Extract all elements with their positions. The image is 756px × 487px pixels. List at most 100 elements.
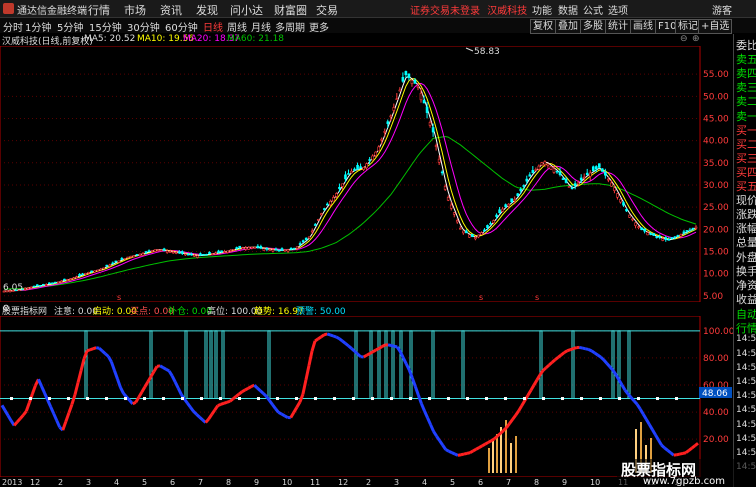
menu-wenxiaoda[interactable]: 问小达 bbox=[230, 2, 263, 18]
stock-link[interactable]: 汉威科技 bbox=[487, 6, 527, 17]
indicator-tick-label: 80.00 bbox=[703, 354, 729, 364]
candle-body bbox=[389, 115, 393, 118]
date-tick-label: 12 bbox=[30, 478, 40, 487]
candle-body bbox=[528, 174, 532, 177]
trend-segment bbox=[663, 446, 669, 452]
candle-body bbox=[670, 237, 674, 239]
app-logo-icon bbox=[3, 3, 14, 14]
login-notice-text[interactable]: 证券交易未登录 bbox=[410, 6, 480, 17]
candle-body bbox=[546, 163, 550, 166]
trend-segment bbox=[669, 451, 675, 457]
candle-body bbox=[410, 80, 414, 84]
menu-shuju[interactable]: 数据 bbox=[558, 2, 578, 17]
ma20-line bbox=[3, 82, 697, 292]
trend-segment bbox=[660, 444, 666, 450]
period-weekly[interactable]: 周线 bbox=[227, 19, 247, 34]
trend-segment bbox=[614, 373, 621, 381]
trend-segment bbox=[372, 348, 377, 354]
baseline-dot bbox=[10, 397, 13, 401]
menu-zixun[interactable]: 资讯 bbox=[160, 2, 182, 18]
trend-segment bbox=[441, 444, 447, 451]
candle-body bbox=[244, 247, 248, 250]
menu-caifuquan[interactable]: 财富圈 bbox=[274, 2, 307, 18]
period-60min[interactable]: 60分钟 bbox=[165, 19, 198, 34]
trend-segment bbox=[416, 394, 423, 405]
candle-body bbox=[319, 213, 323, 216]
candle-body bbox=[57, 281, 60, 284]
tick-label: 14:56 bbox=[736, 334, 756, 345]
period-fenshi[interactable]: 分时 bbox=[3, 19, 23, 34]
tick-label: 14:56 bbox=[736, 377, 756, 387]
trend-segment bbox=[454, 452, 459, 457]
trend-segment bbox=[277, 411, 283, 416]
warn-spike bbox=[461, 330, 465, 400]
candle-body bbox=[462, 230, 465, 234]
tool-diejia[interactable]: 叠加 bbox=[555, 19, 581, 34]
menu-hangqing[interactable]: 行情 bbox=[88, 2, 110, 18]
high-price-pointer bbox=[465, 47, 474, 52]
menu-gongshi[interactable]: 公式 bbox=[583, 2, 603, 17]
indicator-chart[interactable]: 20.0040.0060.0080.00100.00 48.06 bbox=[0, 316, 733, 477]
tool-duogu[interactable]: 多股 bbox=[580, 19, 606, 34]
trend-segment bbox=[13, 421, 19, 427]
candle-body bbox=[298, 243, 302, 245]
baseline-dot bbox=[447, 397, 450, 401]
period-monthly[interactable]: 月线 bbox=[251, 19, 271, 34]
chart-marker-s1: s bbox=[117, 293, 121, 302]
quote-panel: 委比 卖五 卖四 卖三 卖二 卖一 买一 买二 买三 买四 买五 现价 涨跌 涨幅 总量 外盘 换手 净资 收益 自动… bbox=[733, 34, 756, 487]
menu-jiaoyi[interactable]: 交易 bbox=[316, 2, 338, 18]
collapse-icon[interactable]: ⊖ bbox=[680, 34, 688, 44]
candle-body bbox=[649, 233, 652, 236]
period-daily[interactable]: 日线 bbox=[203, 19, 223, 34]
trend-segment bbox=[582, 346, 586, 351]
candle-body bbox=[594, 166, 598, 170]
tool-tongji[interactable]: 统计 bbox=[605, 19, 631, 34]
trend-segment bbox=[508, 418, 514, 425]
candle-body bbox=[588, 172, 592, 177]
candle-body bbox=[628, 214, 631, 218]
candle-body bbox=[365, 163, 368, 169]
candle-body bbox=[341, 183, 344, 187]
trend-segment bbox=[232, 395, 237, 401]
trend-segment bbox=[517, 405, 524, 412]
period-5min[interactable]: 5分钟 bbox=[57, 19, 83, 34]
period-15min[interactable]: 15分钟 bbox=[89, 19, 122, 34]
login-notice[interactable]: 证券交易未登录 汉威科技 bbox=[410, 2, 527, 17]
tool-zixuan[interactable]: +自选 bbox=[698, 19, 733, 34]
right-marker-label: 48.06 bbox=[702, 389, 728, 399]
trend-segment bbox=[676, 452, 681, 457]
trend-segment bbox=[107, 355, 113, 363]
trend-segment bbox=[335, 335, 341, 340]
warn-spike bbox=[214, 330, 218, 400]
trend-segment bbox=[502, 426, 508, 432]
trend-segment bbox=[532, 379, 539, 386]
menu-gongneng[interactable]: 功能 bbox=[532, 2, 552, 17]
trend-segment bbox=[657, 439, 663, 446]
period-more[interactable]: 更多 bbox=[309, 19, 329, 34]
expand-icon[interactable]: ⊕ bbox=[692, 34, 700, 44]
candle-body bbox=[171, 251, 175, 254]
candle-body bbox=[455, 220, 459, 223]
trend-segment bbox=[423, 410, 429, 419]
menu-shichang[interactable]: 市场 bbox=[124, 2, 146, 18]
date-tick-label: 10 bbox=[590, 478, 600, 487]
guest-label[interactable]: 游客 bbox=[712, 2, 732, 17]
tool-huaxian[interactable]: 画线 bbox=[630, 19, 656, 34]
trend-segment bbox=[438, 439, 444, 446]
warn-spike bbox=[384, 330, 388, 400]
candle-body bbox=[465, 230, 468, 234]
candle-body bbox=[489, 223, 492, 225]
period-1min[interactable]: 1分钟 bbox=[25, 19, 51, 34]
period-30min[interactable]: 30分钟 bbox=[127, 19, 160, 34]
baseline-dot bbox=[238, 397, 241, 401]
candle-body bbox=[507, 203, 510, 207]
price-chart[interactable]: 5.00 10.00 15.00 20.00 25.00 30.00 35.00 40.00 4… bbox=[0, 46, 733, 302]
menu-faxian[interactable]: 发现 bbox=[196, 2, 218, 18]
tool-fuquan[interactable]: 复权 bbox=[530, 19, 556, 34]
candle-body bbox=[691, 227, 695, 230]
period-multi[interactable]: 多周期 bbox=[275, 19, 305, 34]
candle-body bbox=[208, 251, 211, 255]
trend-bar bbox=[510, 443, 512, 473]
trend-segment bbox=[159, 364, 164, 369]
menu-xuanxiang[interactable]: 选项 bbox=[608, 2, 628, 17]
